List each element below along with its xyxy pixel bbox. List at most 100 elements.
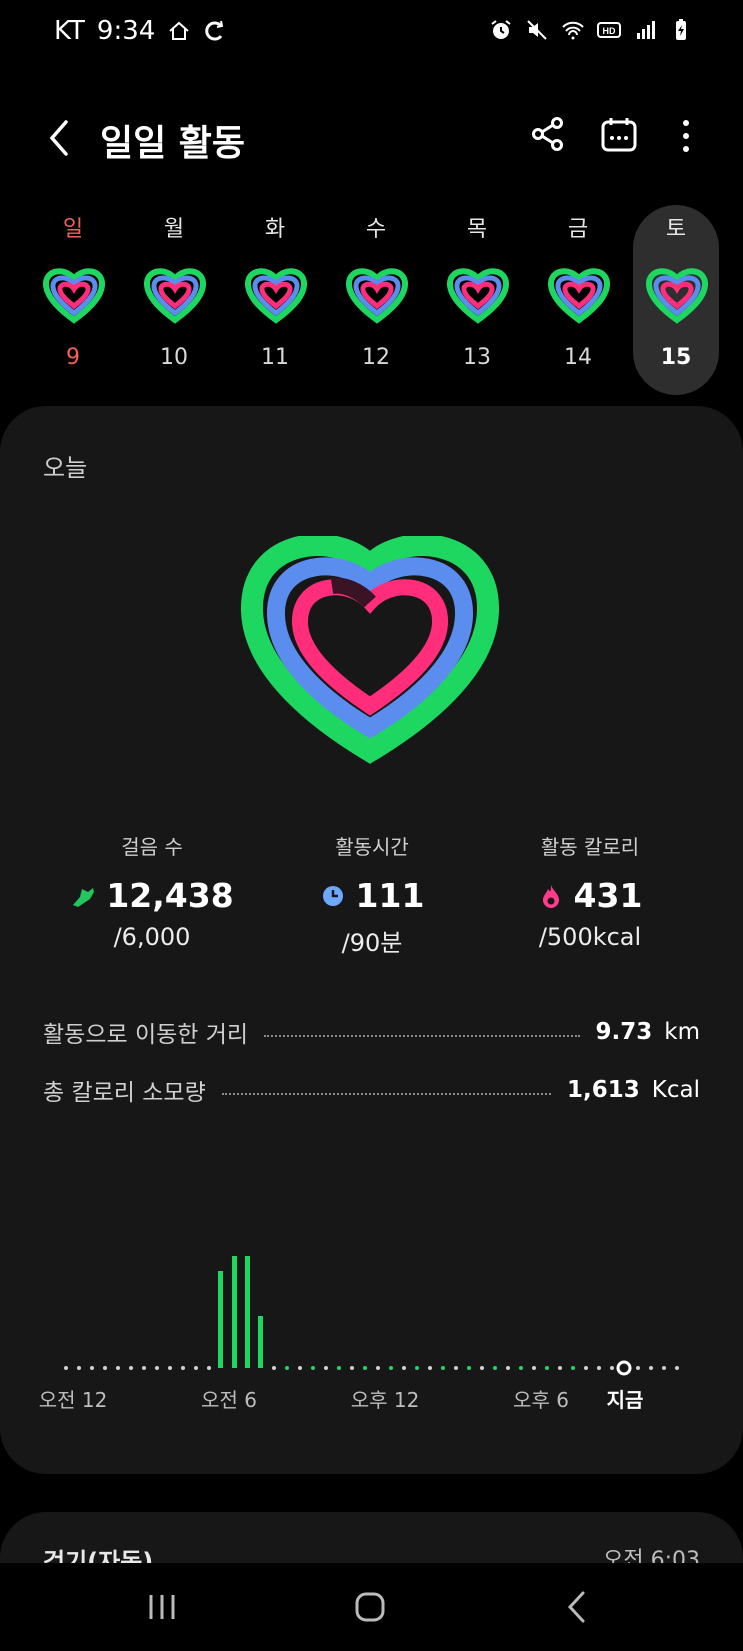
timeline-dot	[194, 1366, 198, 1370]
total-calories-unit: Kcal	[651, 1077, 700, 1103]
timeline-bars	[218, 1256, 263, 1368]
date-label: 14	[564, 345, 592, 370]
active-time-value: 111	[355, 876, 425, 915]
distance-row: 활동으로 이동한 거리 9.73 km	[43, 1015, 700, 1049]
timeline-dot	[584, 1366, 588, 1370]
timeline-dot	[103, 1366, 107, 1370]
timeline-dot	[389, 1366, 393, 1370]
timeline-dot	[649, 1366, 653, 1370]
activity-timeline-svg	[64, 1256, 679, 1376]
weekday-label: 월	[163, 217, 185, 242]
timeline-dot	[129, 1366, 133, 1370]
timeline-dot	[207, 1366, 211, 1370]
timeline-dot	[428, 1366, 432, 1370]
x-axis-label: 오전 12	[38, 1388, 108, 1412]
day-fri[interactable]: 금 14	[535, 205, 621, 395]
flame-icon	[542, 884, 559, 908]
activity-bar	[245, 1256, 250, 1368]
distance-value: 9.73	[595, 1019, 653, 1045]
timeline-dot	[519, 1366, 523, 1370]
sync-icon	[205, 20, 224, 41]
timeline-dot	[272, 1366, 276, 1370]
week-selector: 일 9 월 10 화 11 수 12 목 13 금 14 토 15	[18, 205, 725, 395]
x-axis-label: 오후 6	[513, 1388, 569, 1412]
activity-heart-icon	[546, 265, 612, 325]
dotted-leader	[264, 1035, 580, 1037]
timeline-dots	[64, 1366, 679, 1370]
clock-icon	[322, 885, 343, 906]
calendar-icon[interactable]	[600, 116, 638, 154]
activity-bar	[232, 1256, 237, 1368]
steps-metric[interactable]: 걸음 수 12,438 /6,000	[42, 831, 262, 951]
x-axis-label: 오전 6	[201, 1388, 257, 1412]
activity-heart-icon	[243, 265, 309, 325]
timeline-dot	[454, 1366, 458, 1370]
timeline-dot	[142, 1366, 146, 1370]
page-title: 일일 활동	[100, 123, 246, 164]
activity-bar	[258, 1316, 263, 1368]
timeline-dot	[285, 1366, 289, 1370]
clock-time: 9:34	[96, 16, 156, 46]
weekday-label: 금	[567, 217, 589, 242]
timeline-dot	[545, 1366, 549, 1370]
back-button-icon[interactable]	[558, 1587, 598, 1627]
carrier-label: KT	[54, 16, 85, 46]
timeline-dot	[415, 1366, 419, 1370]
recent-apps-icon[interactable]	[142, 1587, 182, 1627]
activity-heart-icon	[344, 265, 410, 325]
timeline-dot	[610, 1366, 614, 1370]
status-left: KT 9:34	[54, 16, 227, 46]
day-thu[interactable]: 목 13	[434, 205, 520, 395]
timeline-dot	[350, 1366, 354, 1370]
timeline-dot	[363, 1366, 367, 1370]
timeline-dot	[376, 1366, 380, 1370]
date-label: 9	[66, 345, 80, 370]
activity-heart-icon	[142, 265, 208, 325]
timeline-dot	[402, 1366, 406, 1370]
day-sun[interactable]: 일 9	[30, 205, 116, 395]
active-calories-metric[interactable]: 활동 칼로리 431 /500kcal	[480, 831, 700, 951]
timeline-dot	[597, 1366, 601, 1370]
day-tue[interactable]: 화 11	[232, 205, 318, 395]
x-axis-label-now: 지금	[606, 1388, 644, 1412]
day-sat-selected[interactable]: 토 15	[633, 205, 719, 395]
share-icon[interactable]	[530, 116, 566, 152]
activity-heart-icon	[644, 265, 710, 325]
timeline-dot	[168, 1366, 172, 1370]
weekday-label: 일	[62, 217, 84, 242]
status-bar: KT 9:34 HD	[0, 0, 743, 64]
date-label: 13	[463, 345, 491, 370]
timeline-dot	[90, 1366, 94, 1370]
activity-timeline-chart[interactable]: 오전 12 오전 6 오후 12 오후 6 지금	[0, 1216, 743, 1426]
day-mon[interactable]: 월 10	[131, 205, 217, 395]
date-label: 11	[261, 345, 289, 370]
timeline-dot	[116, 1366, 120, 1370]
home-button-icon[interactable]	[350, 1587, 390, 1627]
day-wed[interactable]: 수 12	[333, 205, 419, 395]
mute-icon	[527, 20, 547, 40]
steps-goal: /6,000	[113, 923, 191, 951]
timeline-dot	[77, 1366, 81, 1370]
active-time-metric[interactable]: 활동시간 111 /90분	[262, 831, 482, 958]
activity-heart-icon	[41, 265, 107, 325]
now-marker	[616, 1360, 632, 1376]
timeline-dot	[181, 1366, 185, 1370]
timeline-dot	[441, 1366, 445, 1370]
timeline-dot	[662, 1366, 666, 1370]
total-calories-value: 1,613	[567, 1077, 640, 1103]
weekday-label: 수	[365, 217, 387, 242]
weekday-label: 목	[466, 217, 488, 242]
back-arrow-icon[interactable]	[40, 116, 80, 160]
timeline-dot	[636, 1366, 640, 1370]
battery-icon	[676, 19, 686, 40]
timeline-dot	[64, 1366, 68, 1370]
today-label: 오늘	[43, 454, 88, 482]
svg-text:HD: HD	[603, 26, 616, 36]
home-icon	[169, 21, 189, 40]
weekday-label: 화	[264, 217, 286, 242]
timeline-dot	[506, 1366, 510, 1370]
more-options-icon[interactable]	[674, 116, 698, 156]
total-calories-row: 총 칼로리 소모량 1,613 Kcal	[43, 1073, 700, 1107]
date-label: 12	[362, 345, 390, 370]
app-header: 일일 활동	[0, 100, 743, 180]
